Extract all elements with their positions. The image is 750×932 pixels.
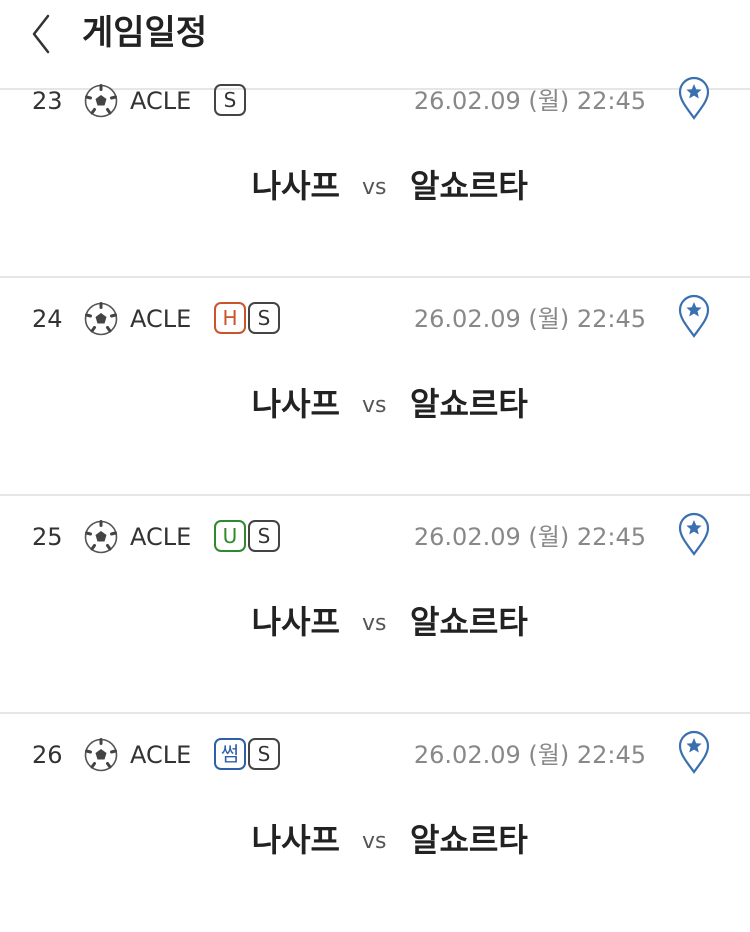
favorite-pin-icon[interactable] xyxy=(677,512,711,556)
back-button[interactable] xyxy=(24,12,64,56)
game-datetime: 26.02.09 (월) 22:45 xyxy=(413,741,646,769)
game-meta: 24 ACLE H S 26.02.09 (월) 22:45 xyxy=(0,278,750,338)
match-line: 나사프 vs 알쇼르타 xyxy=(0,818,750,862)
soccer-ball-icon xyxy=(84,520,118,554)
league-name: ACLE xyxy=(130,523,192,551)
vs-label: vs xyxy=(362,829,387,854)
badge-h: H xyxy=(214,302,246,334)
game-row[interactable]: 24 ACLE H S 26.02.09 (월) 22:45 나사프 vs 알쇼… xyxy=(0,278,750,496)
home-team: 나사프 xyxy=(251,385,340,423)
badge-group: 썸 S xyxy=(214,738,280,770)
game-datetime: 26.02.09 (월) 22:45 xyxy=(413,87,646,115)
vs-label: vs xyxy=(362,393,387,418)
chevron-left-icon xyxy=(32,14,50,54)
league-name: ACLE xyxy=(130,741,192,769)
page-title: 게임일정 xyxy=(82,13,208,53)
game-number: 24 xyxy=(32,305,63,333)
game-row[interactable]: 26 ACLE 썸 S 26.02.09 (월) 22:45 나사프 vs 알쇼… xyxy=(0,714,750,932)
home-team: 나사프 xyxy=(251,167,340,205)
badge-group: S xyxy=(214,84,246,116)
game-number: 25 xyxy=(32,523,63,551)
away-team: 알쇼르타 xyxy=(410,603,528,641)
vs-label: vs xyxy=(362,175,387,200)
away-team: 알쇼르타 xyxy=(410,385,528,423)
away-team: 알쇼르타 xyxy=(410,167,528,205)
game-row[interactable]: 25 ACLE U S 26.02.09 (월) 22:45 나사프 vs 알쇼… xyxy=(0,496,750,714)
league-name: ACLE xyxy=(130,87,192,115)
soccer-ball-icon xyxy=(84,84,118,118)
badge-s: S xyxy=(248,302,280,334)
favorite-pin-icon[interactable] xyxy=(677,76,711,120)
badge-group: H S xyxy=(214,302,280,334)
badge-s: S xyxy=(214,84,246,116)
favorite-pin-icon[interactable] xyxy=(677,294,711,338)
badge-group: U S xyxy=(214,520,280,552)
game-meta: 26 ACLE 썸 S 26.02.09 (월) 22:45 xyxy=(0,714,750,774)
game-row[interactable]: 23 ACLE S 26.02.09 (월) 22:45 나사프 vs 알쇼르타 xyxy=(0,76,750,278)
home-team: 나사프 xyxy=(251,603,340,641)
game-datetime: 26.02.09 (월) 22:45 xyxy=(413,305,646,333)
soccer-ball-icon xyxy=(84,302,118,336)
game-list: 23 ACLE S 26.02.09 (월) 22:45 나사프 vs 알쇼르타… xyxy=(0,76,750,932)
vs-label: vs xyxy=(362,611,387,636)
favorite-pin-icon[interactable] xyxy=(677,730,711,774)
badge-s: S xyxy=(248,520,280,552)
soccer-ball-icon xyxy=(84,738,118,772)
home-team: 나사프 xyxy=(251,821,340,859)
league-name: ACLE xyxy=(130,305,192,333)
game-number: 26 xyxy=(32,741,63,769)
badge-u: U xyxy=(214,520,246,552)
game-datetime: 26.02.09 (월) 22:45 xyxy=(413,523,646,551)
away-team: 알쇼르타 xyxy=(410,821,528,859)
badge-s: S xyxy=(248,738,280,770)
match-line: 나사프 vs 알쇼르타 xyxy=(0,600,750,644)
game-meta: 23 ACLE S 26.02.09 (월) 22:45 xyxy=(0,60,750,120)
match-line: 나사프 vs 알쇼르타 xyxy=(0,382,750,426)
match-line: 나사프 vs 알쇼르타 xyxy=(0,164,750,208)
game-meta: 25 ACLE U S 26.02.09 (월) 22:45 xyxy=(0,496,750,556)
game-number: 23 xyxy=(32,87,63,115)
badge-sum: 썸 xyxy=(214,738,246,770)
